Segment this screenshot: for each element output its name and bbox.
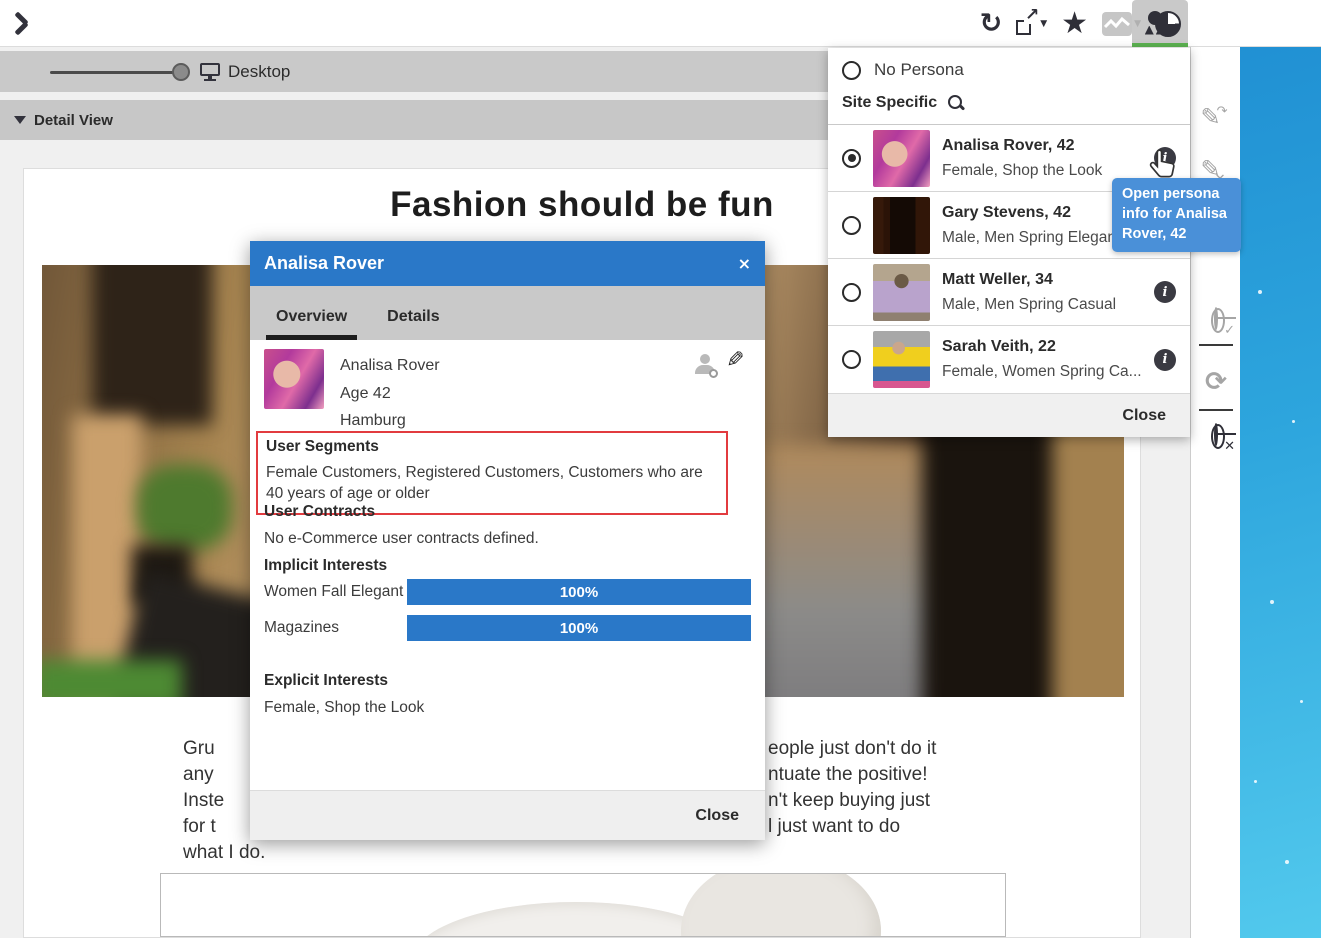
section-heading: Explicit Interests bbox=[264, 672, 388, 690]
persona-description: Female, Women Spring Ca... bbox=[942, 363, 1142, 381]
section-heading: User Segments bbox=[266, 438, 718, 456]
edit-redo-icon[interactable]: ✎↷ bbox=[1191, 103, 1241, 131]
radio-unselected-icon[interactable] bbox=[842, 216, 861, 235]
chevron-down-icon: ▼ bbox=[1134, 19, 1141, 29]
persona-name: Matt Weller, 34 bbox=[942, 271, 1142, 289]
modal-tab-bar: Overview Details bbox=[250, 286, 765, 340]
paragraph-fragment: l just want to do bbox=[768, 816, 900, 838]
radio-unselected-icon[interactable] bbox=[842, 61, 861, 80]
panel-footer: Close bbox=[828, 393, 1190, 437]
rail-divider bbox=[1199, 409, 1233, 411]
interest-bar-fill: 100% bbox=[407, 579, 751, 605]
panel-close-button[interactable]: Close bbox=[1122, 407, 1166, 425]
modal-footer: Close bbox=[250, 790, 765, 840]
paragraph-fragment: eople just don't do it bbox=[768, 738, 936, 760]
paragraph-fragment: for t bbox=[183, 816, 216, 837]
site-specific-group: Site Specific bbox=[828, 88, 1190, 125]
persona-avatar bbox=[873, 197, 930, 254]
open-in-new-window-button[interactable]: ↗ ▼ bbox=[1016, 13, 1047, 35]
profile-name: Analisa Rover bbox=[340, 352, 440, 380]
paragraph-fragment: any bbox=[183, 764, 214, 785]
no-persona-option[interactable]: No Persona bbox=[828, 48, 1190, 88]
external-link-icon: ↗ bbox=[1016, 13, 1038, 35]
paragraph-fragment: Gru bbox=[183, 738, 215, 759]
radio-unselected-icon[interactable] bbox=[842, 350, 861, 369]
expand-panel-chevron-icon[interactable] bbox=[15, 11, 37, 35]
desktop-monitor-icon bbox=[200, 63, 220, 81]
modal-body: Analisa Rover Age 42 Hamburg ✎ User Segm… bbox=[250, 340, 765, 790]
top-toolbar: ↻ ↗ ▼ ★ ▼ ▾ bbox=[0, 0, 1321, 47]
refresh-icon[interactable]: ↻ bbox=[980, 10, 1003, 37]
analytics-button[interactable]: ▼ bbox=[1102, 12, 1141, 36]
persona-name: Analisa Rover, 42 bbox=[942, 137, 1142, 155]
detail-view-label: Detail View bbox=[34, 112, 113, 129]
tab-details[interactable]: Details bbox=[377, 308, 449, 340]
modal-title: Analisa Rover bbox=[264, 253, 384, 274]
time-clock-icon[interactable] bbox=[1155, 11, 1181, 37]
persona-description: Female, Shop the Look bbox=[942, 162, 1142, 180]
product-image-hats bbox=[160, 873, 1006, 937]
section-heading: User Contracts bbox=[264, 503, 375, 521]
section-heading: Implicit Interests bbox=[264, 557, 387, 575]
hand-cursor-icon bbox=[1148, 148, 1178, 187]
sync-icon[interactable]: ⟳ bbox=[1191, 367, 1241, 397]
no-persona-label: No Persona bbox=[874, 60, 964, 80]
persona-avatar bbox=[873, 130, 930, 187]
info-icon[interactable]: i bbox=[1154, 281, 1176, 303]
interest-bar-fill: 100% bbox=[407, 615, 751, 641]
rail-divider bbox=[1199, 344, 1233, 346]
radio-selected-icon[interactable] bbox=[842, 149, 861, 168]
info-icon[interactable]: i bbox=[1154, 349, 1176, 371]
persona-row-sarah[interactable]: Sarah Veith, 22 Female, Women Spring Ca.… bbox=[828, 326, 1190, 393]
tab-overview[interactable]: Overview bbox=[266, 308, 357, 340]
paragraph-fragment: Inste bbox=[183, 790, 224, 811]
interest-value: 100% bbox=[560, 620, 598, 637]
device-label: Desktop bbox=[228, 62, 290, 82]
tooltip-line: Open persona bbox=[1122, 184, 1231, 204]
chevron-down-icon: ▼ bbox=[1040, 19, 1047, 29]
explicit-interests-text: Female, Shop the Look bbox=[264, 697, 424, 718]
analytics-chart-icon bbox=[1102, 12, 1132, 36]
tooltip-line: info for Analisa bbox=[1122, 204, 1231, 224]
globe-unpublish-icon[interactable]: ✕ bbox=[1191, 425, 1241, 444]
user-segments-text: Female Customers, Registered Customers, … bbox=[266, 462, 718, 504]
search-icon[interactable] bbox=[947, 94, 965, 112]
interest-bar: 100% bbox=[407, 615, 751, 641]
persona-info-modal: Analisa Rover × Overview Details Analisa… bbox=[250, 241, 765, 840]
group-label: Site Specific bbox=[842, 94, 937, 112]
edit-pencil-icon[interactable]: ✎ bbox=[726, 348, 744, 373]
persona-description: Male, Men Spring Casual bbox=[942, 296, 1142, 314]
persona-avatar bbox=[873, 331, 930, 388]
collapse-triangle-icon bbox=[14, 116, 26, 124]
persona-name: Sarah Veith, 22 bbox=[942, 338, 1142, 356]
radio-unselected-icon[interactable] bbox=[842, 283, 861, 302]
profile-avatar bbox=[264, 349, 324, 409]
paragraph-fragment: ntuate the positive! bbox=[768, 764, 928, 786]
profile-age: Age 42 bbox=[340, 380, 440, 408]
modal-close-icon[interactable]: × bbox=[738, 254, 751, 273]
device-width-slider-track[interactable] bbox=[50, 71, 188, 74]
globe-approved-icon[interactable]: ✓ bbox=[1191, 309, 1241, 328]
impersonate-icon[interactable] bbox=[694, 354, 716, 376]
paragraph-fragment: what I do. bbox=[183, 842, 265, 863]
interest-label: Magazines bbox=[264, 619, 407, 637]
workspace-background bbox=[1240, 0, 1321, 938]
interest-value: 100% bbox=[560, 584, 598, 601]
favorites-star-icon[interactable]: ★ bbox=[1061, 9, 1088, 39]
tooltip-line: Rover, 42 bbox=[1122, 224, 1231, 244]
paragraph-fragment: n't keep buying just bbox=[768, 790, 930, 812]
user-contracts-text: No e-Commerce user contracts defined. bbox=[264, 528, 539, 549]
persona-avatar bbox=[873, 264, 930, 321]
persona-row-matt[interactable]: Matt Weller, 34 Male, Men Spring Casual … bbox=[828, 259, 1190, 326]
device-width-slider-handle[interactable] bbox=[172, 63, 190, 81]
interest-label: Women Fall Elegant bbox=[264, 583, 407, 601]
modal-header: Analisa Rover × bbox=[250, 241, 765, 286]
persona-info-tooltip: Open persona info for Analisa Rover, 42 bbox=[1112, 178, 1241, 252]
modal-close-button[interactable]: Close bbox=[695, 807, 739, 825]
interest-bar: 100% bbox=[407, 579, 751, 605]
